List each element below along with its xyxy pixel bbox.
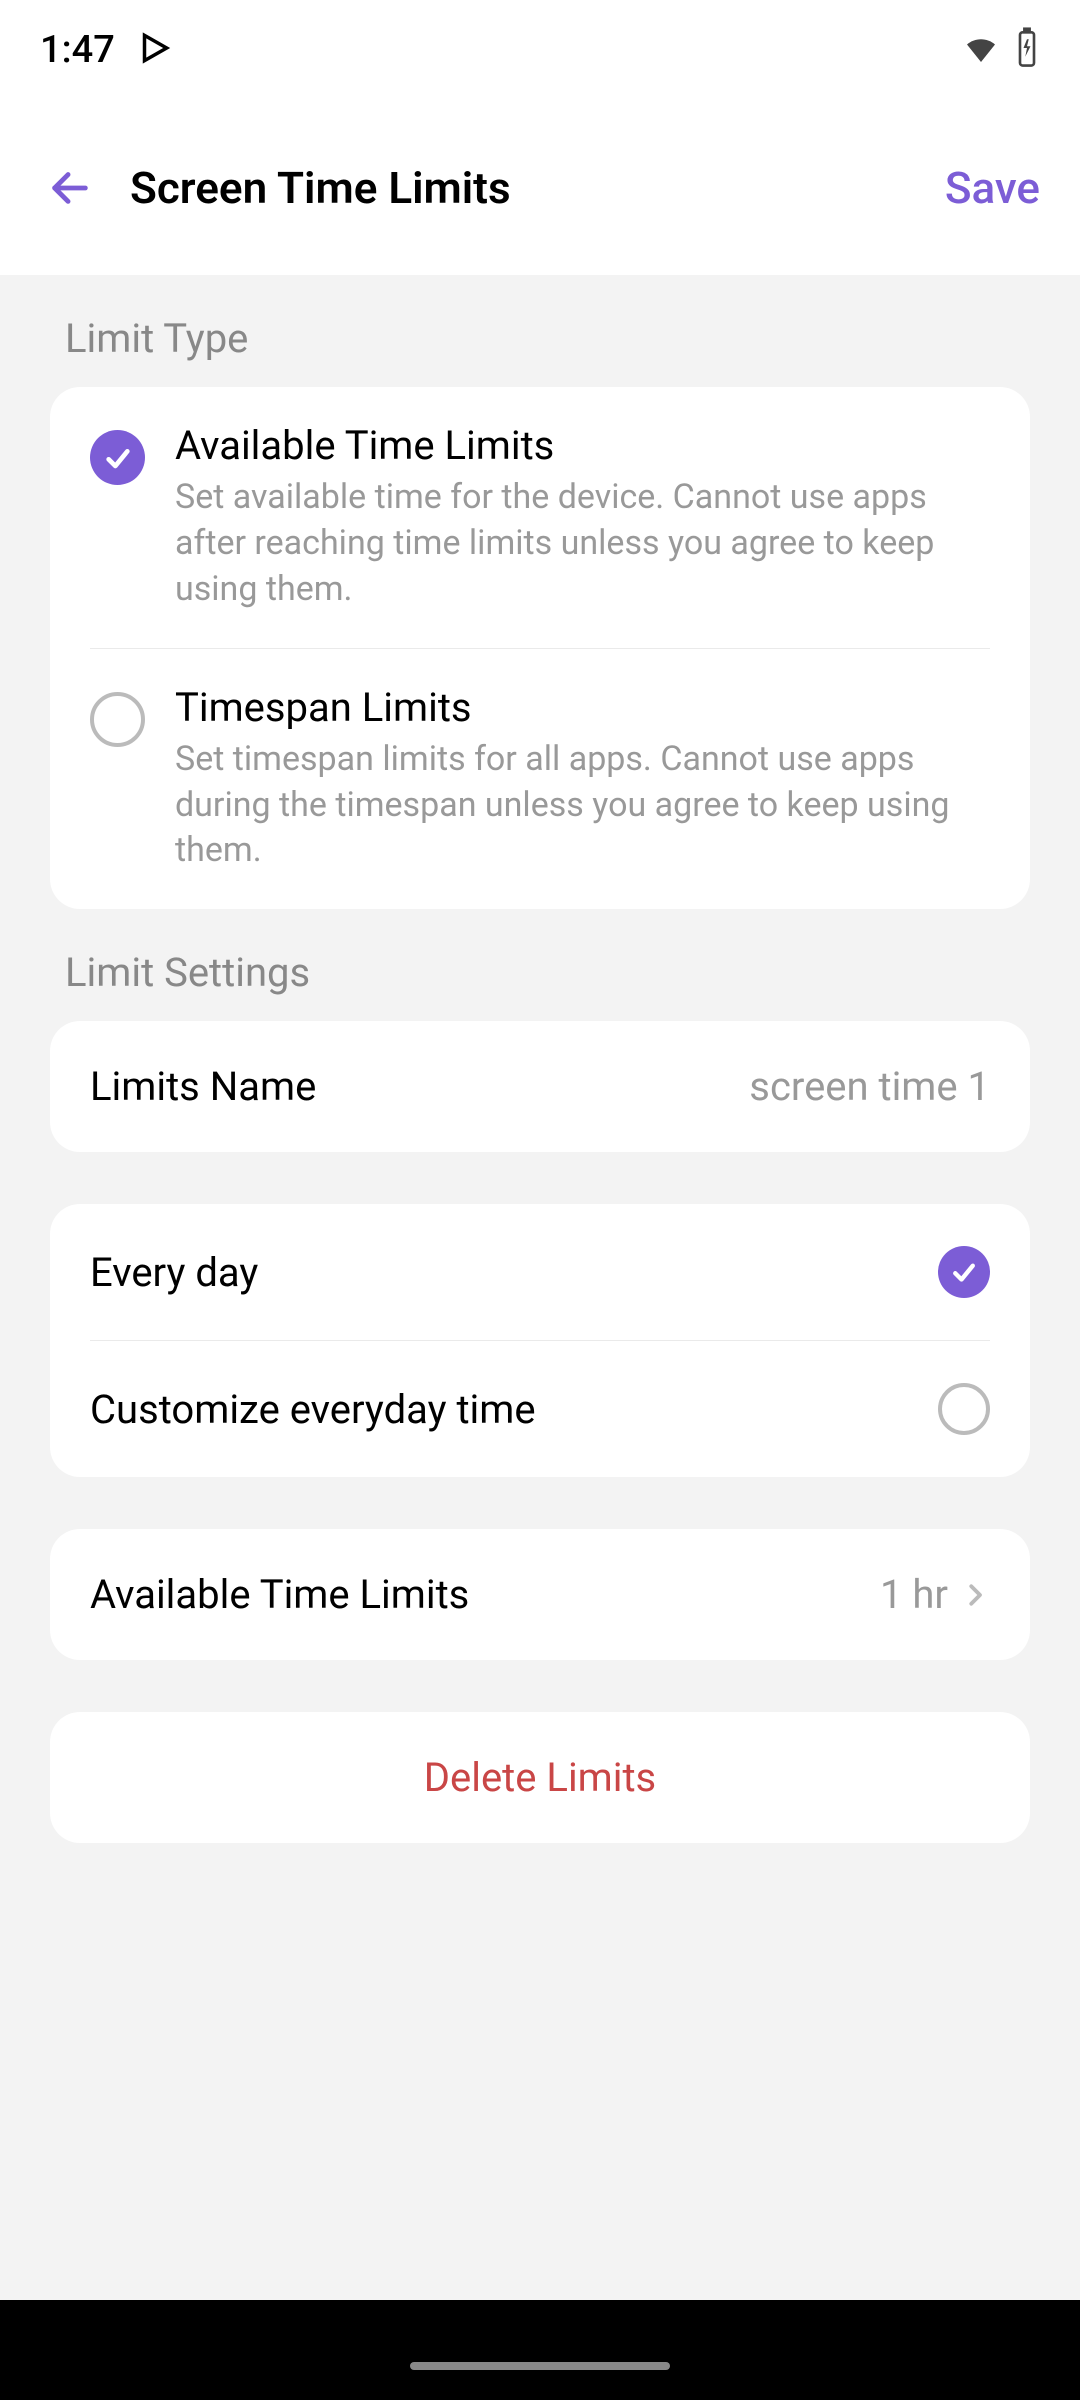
option-description: Set available time for the device. Canno… (175, 475, 990, 613)
available-time-value: 1 hr (880, 1571, 948, 1618)
limit-type-section-title: Limit Type (50, 275, 1030, 387)
limit-type-card: Available Time Limits Set available time… (50, 387, 1030, 909)
delete-limits-button[interactable]: Delete Limits (50, 1712, 1030, 1843)
available-time-card[interactable]: Available Time Limits 1 hr (50, 1529, 1030, 1660)
available-time-label: Available Time Limits (90, 1571, 469, 1618)
status-left: 1:47 (40, 28, 173, 72)
limit-type-option-timespan[interactable]: Timespan Limits Set timespan limits for … (90, 648, 990, 910)
chevron-right-icon (960, 1575, 990, 1615)
schedule-option-customize[interactable]: Customize everyday time (90, 1340, 990, 1477)
status-bar: 1:47 (0, 0, 1080, 100)
content-area: Limit Type Available Time Limits Set ava… (0, 275, 1080, 2300)
wifi-icon (960, 27, 1002, 73)
schedule-card: Every day Customize everyday time (50, 1204, 1030, 1477)
system-nav-bar (0, 2300, 1080, 2400)
limits-name-card[interactable]: Limits Name screen time 1 (50, 1021, 1030, 1152)
play-store-icon (135, 29, 173, 71)
limit-type-option-available[interactable]: Available Time Limits Set available time… (50, 387, 1030, 648)
page-title: Screen Time Limits (130, 162, 945, 214)
schedule-label: Customize everyday time (90, 1386, 536, 1433)
check-icon (949, 1257, 979, 1287)
status-time: 1:47 (40, 28, 115, 72)
nav-indicator[interactable] (410, 2362, 670, 2370)
option-title: Available Time Limits (175, 422, 990, 469)
limits-name-label: Limits Name (90, 1063, 316, 1110)
back-button[interactable] (40, 158, 100, 218)
radio-unselected-icon (90, 692, 145, 747)
option-title: Timespan Limits (175, 684, 990, 731)
limits-name-row: Limits Name screen time 1 (50, 1021, 1030, 1152)
status-right (960, 27, 1040, 73)
arrow-left-icon (47, 165, 93, 211)
check-icon (102, 442, 134, 474)
available-time-right: 1 hr (880, 1571, 990, 1618)
radio-selected-icon (938, 1246, 990, 1298)
schedule-label: Every day (90, 1249, 258, 1296)
option-description: Set timespan limits for all apps. Cannot… (175, 737, 990, 875)
delete-label: Delete Limits (90, 1754, 990, 1801)
limit-settings-section-title: Limit Settings (50, 909, 1030, 1021)
battery-icon (1014, 27, 1040, 73)
schedule-option-everyday[interactable]: Every day (50, 1204, 1030, 1340)
app-header: Screen Time Limits Save (0, 100, 1080, 275)
limits-name-value: screen time 1 (749, 1063, 990, 1110)
save-button[interactable]: Save (945, 162, 1040, 214)
radio-unselected-icon (938, 1383, 990, 1435)
available-time-row: Available Time Limits 1 hr (50, 1529, 1030, 1660)
radio-selected-icon (90, 430, 145, 485)
